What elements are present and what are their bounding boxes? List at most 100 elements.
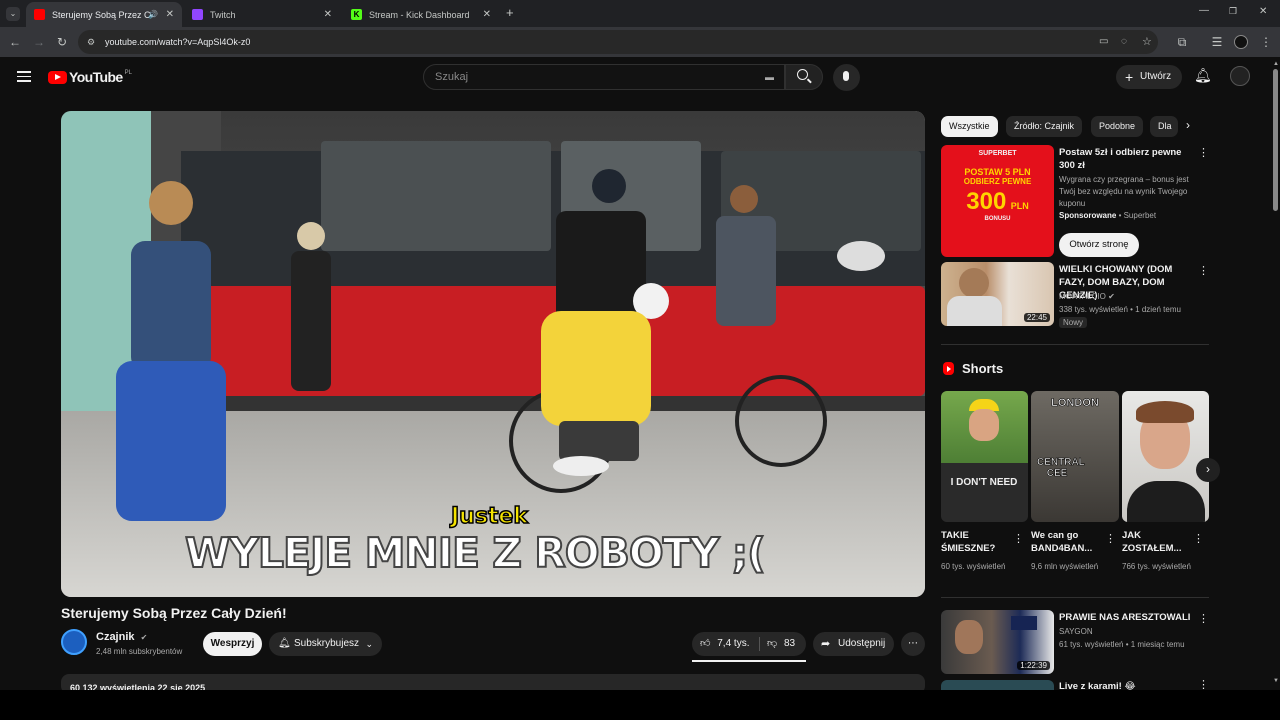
chip-scroll-right-icon[interactable]: › xyxy=(1186,118,1190,132)
search-button[interactable] xyxy=(785,64,823,90)
scrollbar-up-arrow-icon[interactable]: ▲ xyxy=(1273,61,1279,67)
open-site-label: Otwórz stronę xyxy=(1069,239,1129,250)
like-button[interactable]: 👍︎ 7,4 tys. xyxy=(700,632,749,656)
chip-label: Źródło: Czajnik xyxy=(1014,121,1075,131)
verified-check-icon: ✔ xyxy=(140,633,148,642)
reading-list-icon[interactable]: ☰ xyxy=(1210,35,1224,49)
short-title[interactable]: We can go BAND4BAN... xyxy=(1031,529,1101,555)
short-title[interactable]: JAK ZOSTAŁEM... xyxy=(1122,529,1188,555)
duration-badge: 22:45 xyxy=(1023,313,1050,322)
more-actions-button[interactable]: ⋯ xyxy=(901,632,925,656)
support-button[interactable]: Wesprzyj xyxy=(203,632,262,656)
tab-search-icon[interactable]: ⌄ xyxy=(6,7,20,21)
shorts-scroll-right-button[interactable]: › xyxy=(1196,458,1220,482)
hamburger-menu-icon[interactable] xyxy=(17,69,31,85)
create-button[interactable]: + Utwórz xyxy=(1116,65,1182,89)
chip-related[interactable]: Podobne xyxy=(1091,116,1144,137)
eye-off-icon[interactable]: ◌ xyxy=(1121,30,1127,54)
channel-avatar[interactable] xyxy=(61,629,87,655)
short-menu-icon[interactable]: ⋮ xyxy=(1105,532,1116,545)
new-tab-icon[interactable]: + xyxy=(506,5,514,20)
speaker-icon[interactable]: 🔊 xyxy=(148,10,158,19)
screen-bottom-bar xyxy=(0,690,1280,720)
chip-label: Podobne xyxy=(1099,121,1136,131)
ad-sponsored: Sponsorowane xyxy=(1059,211,1117,220)
address-bar[interactable]: ⚙ youtube.com/watch?v=AqpSl4Ok-z0 ▭ ◌ ☆ xyxy=(78,30,1158,54)
video-menu-icon[interactable]: ⋮ xyxy=(1198,264,1209,277)
short-thumbnail[interactable]: I DON'T NEED xyxy=(941,391,1028,522)
video-thumbnail[interactable]: 22:45 xyxy=(941,262,1054,326)
profile-avatar[interactable] xyxy=(1234,35,1248,49)
short-views: 766 tys. wyświetleń xyxy=(1122,562,1191,571)
youtube-logo-text: YouTube xyxy=(69,69,123,85)
scrollbar-thumb[interactable] xyxy=(1273,69,1278,211)
keyboard-icon[interactable]: ▬ xyxy=(765,65,774,89)
browser-tab-strip: ⌄ Sterujemy Sobą Przez Cały D 🔊 ✕ Twitch… xyxy=(0,0,1280,27)
chip-for-you[interactable]: Dla xyxy=(1150,116,1178,137)
url-text: youtube.com/watch?v=AqpSl4Ok-z0 xyxy=(105,37,251,47)
create-label: Utwórz xyxy=(1140,71,1172,82)
ad-title[interactable]: Postaw 5zł i odbierz pewne 300 zł xyxy=(1059,146,1195,172)
voice-search-button[interactable] xyxy=(833,64,860,91)
reload-icon[interactable]: ↻ xyxy=(55,35,69,49)
channel-name-text: Czajnik xyxy=(96,631,135,643)
ad-thumbnail[interactable]: SUPERBET POSTAW 5 PLN ODBIERZ PEWNE 300 … xyxy=(941,145,1054,257)
microphone-icon xyxy=(843,71,849,81)
short-menu-icon[interactable]: ⋮ xyxy=(1193,532,1204,545)
short-thumbnail[interactable] xyxy=(1122,391,1209,522)
short-thumbnail[interactable]: LONDON CENTRAL CEE xyxy=(1031,391,1119,522)
page-scrollbar[interactable]: ▲ ▼ xyxy=(1271,57,1280,690)
short-menu-icon[interactable]: ⋮ xyxy=(1013,532,1024,545)
search-input[interactable]: Szukaj ▬ xyxy=(423,64,785,90)
shorts-heading: Shorts xyxy=(943,361,1003,376)
share-label: Udostępnij xyxy=(838,638,886,649)
scrollbar-down-arrow-icon[interactable]: ▼ xyxy=(1273,678,1279,684)
site-info-icon[interactable]: ⚙ xyxy=(87,30,95,54)
ad-menu-icon[interactable]: ⋮ xyxy=(1198,146,1209,159)
browser-tab-youtube[interactable]: Sterujemy Sobą Przez Cały D 🔊 ✕ xyxy=(26,2,182,27)
open-site-button[interactable]: Otwórz stronę xyxy=(1059,233,1139,257)
video-thumbnail[interactable]: 1:22:39 xyxy=(941,610,1054,674)
account-avatar[interactable] xyxy=(1230,66,1250,86)
chip-all[interactable]: Wszystkie xyxy=(941,116,998,137)
minimize-icon[interactable]: — xyxy=(1199,5,1209,16)
related-video-title[interactable]: PRAWIE NAS ARESZTOWALI xyxy=(1059,611,1195,624)
like-dislike-group: 👍︎ 7,4 tys. 👎︎ 83 xyxy=(692,632,806,662)
related-video-channel[interactable]: MORTALCIO ✔ xyxy=(1059,291,1115,303)
tab-title: Twitch xyxy=(210,9,236,20)
extensions-icon[interactable]: ⧉ xyxy=(1175,35,1189,49)
ad-banner-line1: POSTAW 5 PLN xyxy=(964,167,1031,177)
subscribed-button[interactable]: 🔔︎ Subskrybujesz ⌄ xyxy=(269,632,382,656)
close-window-icon[interactable]: ✕ xyxy=(1259,6,1267,17)
forward-icon[interactable]: → xyxy=(32,35,46,49)
video-thumbnail[interactable] xyxy=(941,680,1054,690)
close-tab-icon[interactable]: ✕ xyxy=(324,9,332,20)
video-player[interactable]: Justek WYLEJE MNIE Z ROBOTY ;( xyxy=(61,111,925,597)
dislike-button[interactable]: 👎︎ 83 xyxy=(767,632,795,656)
share-icon: ➦ xyxy=(821,638,831,650)
close-tab-icon[interactable]: ✕ xyxy=(166,9,174,20)
back-icon[interactable]: ← xyxy=(8,35,22,49)
share-button[interactable]: ➦ Udostępnij xyxy=(813,632,894,656)
short-title[interactable]: TAKIE ŚMIESZNE? xyxy=(941,529,1007,555)
close-tab-icon[interactable]: ✕ xyxy=(483,9,491,20)
browser-tab-twitch[interactable]: Twitch ✕ xyxy=(184,2,340,27)
channel-name[interactable]: Czajnik ✔ xyxy=(96,631,147,643)
browser-tab-kick[interactable]: K Stream - Kick Dashboard ✕ xyxy=(343,2,499,27)
related-video-title[interactable]: Live z karami! 😂 xyxy=(1059,680,1195,690)
more-horizontal-icon: ⋯ xyxy=(908,638,918,649)
video-menu-icon[interactable]: ⋮ xyxy=(1198,612,1209,625)
notifications-bell-icon[interactable]: 🔔︎ xyxy=(1194,67,1212,84)
cast-icon[interactable]: ▭ xyxy=(1099,30,1108,54)
ad-description: Wygrana czy przegrana – bonus jest Twój … xyxy=(1059,175,1189,208)
restore-icon[interactable]: ❐ xyxy=(1229,6,1237,17)
video-menu-icon[interactable]: ⋮ xyxy=(1198,678,1209,690)
chip-from-channel[interactable]: Źródło: Czajnik xyxy=(1006,116,1083,137)
tab-title: Stream - Kick Dashboard xyxy=(369,9,470,20)
youtube-logo[interactable]: YouTube PL xyxy=(48,69,132,85)
region-code: PL xyxy=(124,69,132,76)
chip-label: Wszystkie xyxy=(949,121,990,131)
bookmark-star-icon[interactable]: ☆ xyxy=(1142,30,1152,54)
browser-menu-icon[interactable]: ⋮ xyxy=(1259,35,1273,49)
related-video-channel[interactable]: SAYGON xyxy=(1059,626,1093,638)
